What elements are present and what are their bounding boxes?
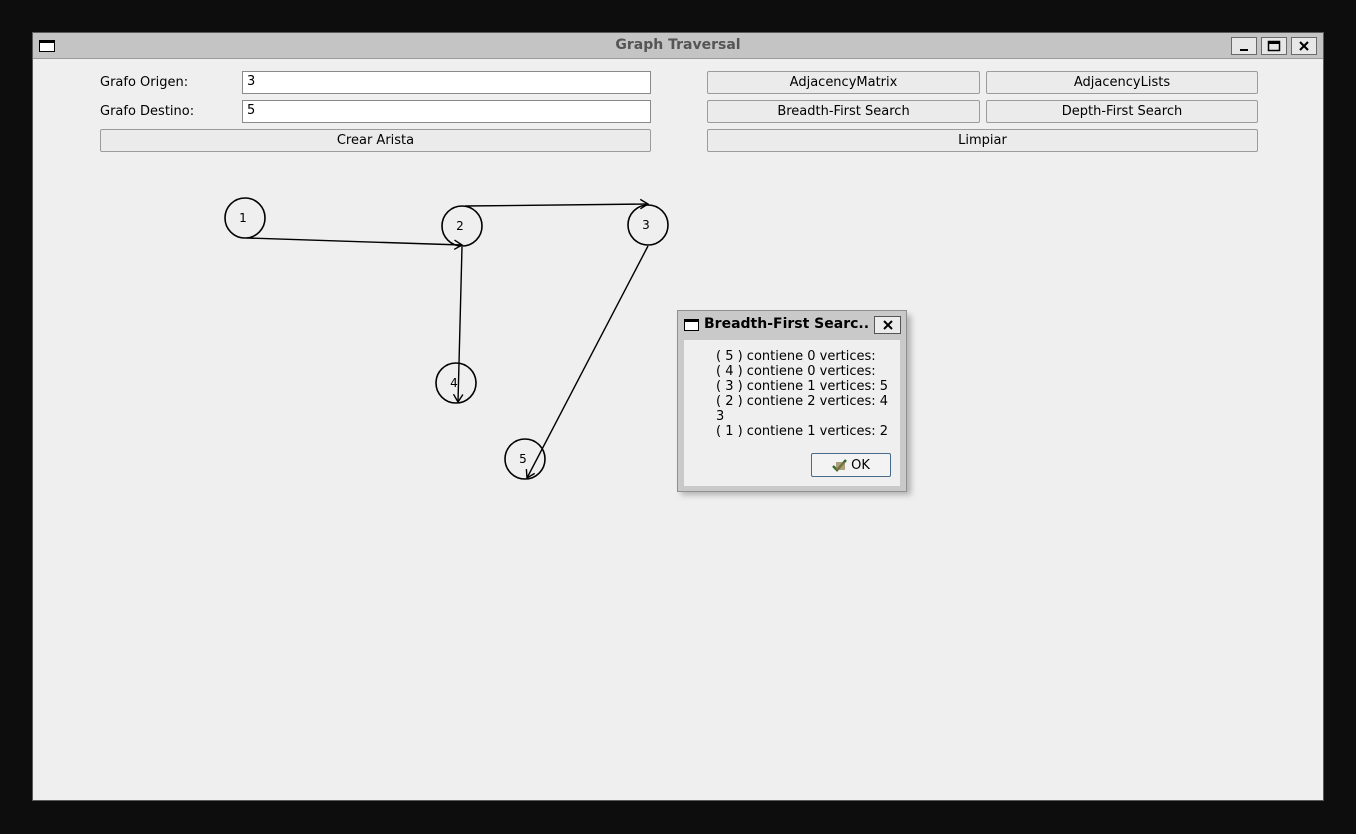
graph-node-label: 3 <box>642 218 650 232</box>
graph-edge-3-5 <box>526 245 649 479</box>
dialog-window-icon <box>684 319 699 331</box>
graph-edge-2-4 <box>457 246 463 403</box>
ok-button[interactable]: OK <box>811 453 891 477</box>
dialog-body: ( 5 ) contiene 0 vertices: ( 4 ) contien… <box>684 340 900 486</box>
close-icon <box>882 320 893 330</box>
dialog-close-button[interactable] <box>874 316 901 334</box>
graph-node-label: 2 <box>456 219 464 233</box>
ok-label: OK <box>851 457 870 473</box>
bfs-result-line: ( 5 ) contiene 0 vertices: <box>716 349 876 364</box>
bfs-result-line: ( 1 ) contiene 1 vertices: 2 <box>716 424 889 439</box>
check-icon <box>832 459 848 472</box>
bfs-result-list: ( 5 ) contiene 0 vertices: ( 4 ) contien… <box>716 349 900 439</box>
graph-node-label: 5 <box>519 452 527 466</box>
bfs-result-line: ( 4 ) contiene 0 vertices: <box>716 364 876 379</box>
dialog-title-bar[interactable]: Breadth-First Searc... <box>678 311 906 339</box>
bfs-dialog: Breadth-First Searc... ( 5 ) contiene 0 … <box>677 310 907 492</box>
graph-edge-2-3 <box>464 203 649 207</box>
graph-node-label: 4 <box>450 376 458 390</box>
graph-node-label: 1 <box>239 211 247 225</box>
graph-edge-1-2 <box>246 237 463 246</box>
bfs-result-line: ( 2 ) contiene 2 vertices: 4 3 <box>716 394 889 424</box>
bfs-result-line: ( 3 ) contiene 1 vertices: 5 <box>716 379 889 394</box>
dialog-title: Breadth-First Searc... <box>704 316 869 332</box>
